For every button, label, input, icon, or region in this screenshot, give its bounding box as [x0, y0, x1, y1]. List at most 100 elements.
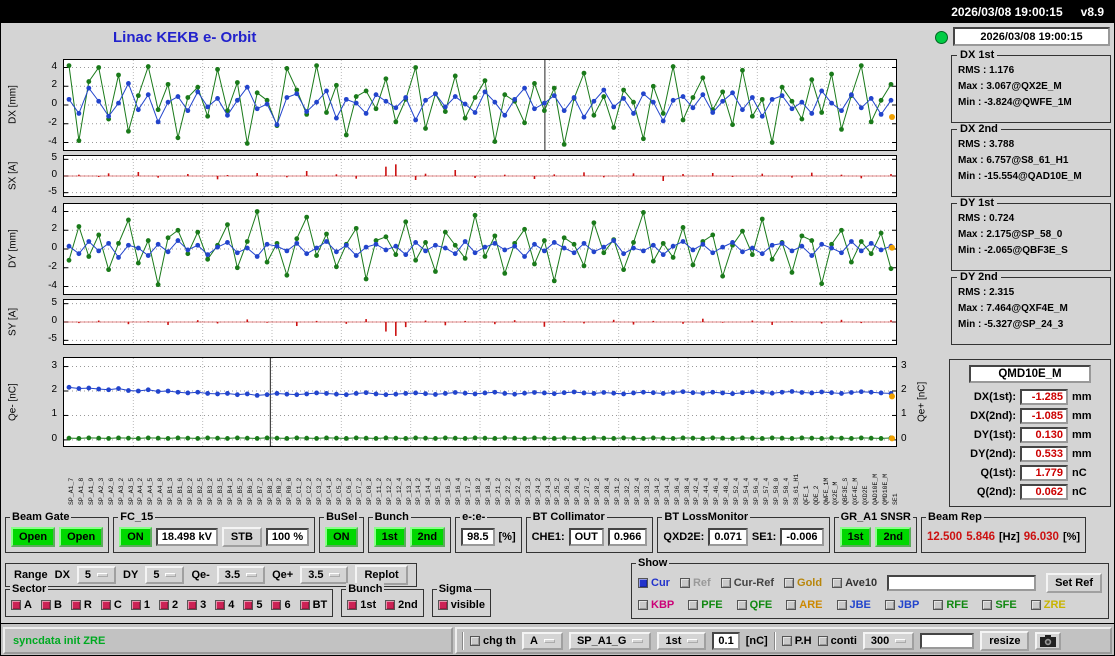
x-axis-label: SP_A1_9 — [87, 477, 95, 505]
x-axis-label: SP_42_4 — [693, 477, 701, 505]
range-dy-select[interactable]: 5 — [145, 566, 185, 584]
bunch-1st-button[interactable]: 1st — [373, 526, 406, 547]
x-axis-label: SP_33_2 — [643, 477, 651, 505]
x-axis-label: SP_B2_5 — [197, 477, 205, 505]
checkbox-label: QFE — [749, 599, 773, 611]
beam-gate-open2-button[interactable]: Open — [59, 526, 104, 547]
checkbox-sfe[interactable]: SFE — [982, 599, 1017, 611]
x-axis-label: SP_48_4 — [723, 477, 731, 505]
count-select[interactable]: 300 — [862, 631, 915, 650]
sy-ytick-labels: 5 0 -5 — [21, 297, 61, 345]
dx-plot-area — [63, 59, 897, 151]
checkbox-b[interactable]: B — [40, 599, 62, 611]
beam-gate-open1-button[interactable]: Open — [11, 526, 56, 547]
checkbox-1st[interactable]: 1st — [347, 599, 376, 611]
x-axis-label: SP_24_2 — [534, 477, 542, 505]
conti-checkbox[interactable]: conti — [817, 635, 857, 647]
replot-button[interactable]: Replot — [355, 565, 408, 585]
checkbox-visible[interactable]: visible — [437, 599, 485, 611]
bt-collimator-group: BT Collimator CHE1: OUT 0.966 — [525, 511, 654, 553]
x-axis-label: SP_14_2 — [415, 477, 423, 505]
x-axis-label: SP_R0_2 — [276, 477, 284, 505]
checkbox-pfe[interactable]: PFE — [688, 599, 723, 611]
checkbox-label: ZRE — [1043, 599, 1066, 611]
checkbox-4[interactable]: 4 — [215, 599, 234, 611]
ph-checkbox[interactable]: P.H — [781, 635, 812, 647]
set-ref-button[interactable]: Set Ref — [1046, 573, 1102, 593]
x-axis-label: SP_B5_2 — [236, 477, 244, 505]
count-input[interactable] — [920, 632, 975, 649]
x-axis-label: SP_B2_2 — [187, 477, 195, 505]
checkbox-jbp[interactable]: JBP — [884, 599, 919, 611]
checkbox-a[interactable]: A — [11, 599, 32, 611]
x-axis-label: QFE_1 — [802, 485, 810, 505]
x-axis-label: SP_56_4 — [753, 477, 760, 505]
stats-dx-2nd: DX 2nd RMS : 3.788 Max : 6.757@S8_61_H1 … — [951, 123, 1111, 197]
checkbox-box — [437, 600, 448, 610]
resize-button[interactable]: resize — [980, 630, 1030, 651]
checkbox-label: RFE — [946, 599, 969, 611]
x-axis-label: SP_C5_2 — [336, 477, 344, 505]
x-axis-label: SP_B7_2 — [256, 477, 264, 505]
x-axis-label: SP_28_2 — [594, 477, 602, 505]
checkbox-r[interactable]: R — [70, 599, 92, 611]
checkbox-zre[interactable]: ZRE — [1030, 599, 1066, 611]
checkbox-gold[interactable]: Gold — [784, 577, 822, 589]
screenshot-button[interactable] — [1035, 631, 1062, 650]
checkbox-cur[interactable]: Cur — [638, 577, 670, 589]
range-dx-select[interactable]: 5 — [76, 566, 117, 584]
sector-select[interactable]: A — [522, 631, 563, 650]
stat-line: RMS : 1.176 — [958, 65, 1015, 76]
fc15-on-button[interactable]: ON — [119, 526, 152, 547]
x-axis-label: SP_58_4 — [782, 477, 790, 505]
x-axis-label: QXD2E — [862, 485, 870, 505]
checkbox-qfe[interactable]: QFE — [736, 599, 773, 611]
checkbox-2[interactable]: 2 — [158, 599, 179, 611]
checkbox-6[interactable]: 6 — [271, 599, 291, 611]
x-axis-label: QWFE_1M — [822, 477, 830, 505]
checkbox-3[interactable]: 3 — [187, 599, 206, 611]
ee-ratio-unit: [%] — [498, 530, 516, 543]
range-dy-label: DY — [123, 569, 139, 581]
bpm-select[interactable]: SP_A1_G — [568, 631, 652, 650]
checkbox-ref[interactable]: Ref — [679, 577, 711, 589]
x-axis-label: SP_A1_8 — [77, 477, 85, 505]
range-qe-plus-select[interactable]: 3.5 — [300, 566, 349, 584]
chg-th-checkbox[interactable]: chg th — [470, 635, 516, 647]
checkbox-label: 2 — [171, 599, 179, 611]
ref-name-input[interactable] — [887, 575, 1037, 591]
busel-on-button[interactable]: ON — [325, 526, 358, 547]
checkbox-kbp[interactable]: KBP — [638, 599, 674, 611]
x-axis-label: SP_B4_2 — [226, 477, 234, 505]
bunch-2nd-button[interactable]: 2nd — [409, 526, 446, 547]
checkbox-bt[interactable]: BT — [299, 599, 327, 611]
x-axis-label: SP_12_2 — [385, 477, 393, 505]
separator — [773, 631, 776, 650]
x-axis-label: SP_32_4 — [633, 477, 641, 505]
x-axis-label: SP_22_2 — [504, 477, 512, 505]
checkbox-box — [679, 578, 690, 588]
qxd2e-value: 0.071 — [708, 527, 748, 546]
x-axis-label: SP_A4_2 — [137, 477, 145, 505]
snsr-2nd-button[interactable]: 2nd — [875, 526, 912, 547]
show-row-1: Cur Ref Cur-Ref Gold Ave10 Set Ref — [638, 572, 1102, 594]
q-ytick-labels: 0 1 2 3 — [21, 357, 61, 447]
checkbox-box — [271, 600, 282, 610]
checkbox-are[interactable]: ARE — [786, 599, 823, 611]
x-axis-label: SP_R0_6 — [286, 477, 294, 505]
checkbox-label: 1st — [360, 599, 377, 611]
fc15-stb-button[interactable]: STB — [221, 526, 262, 547]
checkbox-c[interactable]: C — [100, 599, 122, 611]
checkbox-rfe[interactable]: RFE — [933, 599, 968, 611]
qmd-row: DX(1st): -1.285 mm — [950, 387, 1110, 406]
checkbox-jbe[interactable]: JBE — [836, 599, 871, 611]
snsr-1st-button[interactable]: 1st — [839, 526, 872, 547]
range-qe-minus-select[interactable]: 3.5 — [216, 566, 266, 584]
checkbox-ave10[interactable]: Ave10 — [832, 577, 877, 589]
checkbox-5[interactable]: 5 — [243, 599, 262, 611]
checkbox-1[interactable]: 1 — [130, 599, 150, 611]
bunch-select[interactable]: 1st — [657, 631, 707, 650]
checkbox-2nd[interactable]: 2nd — [385, 599, 418, 611]
dx-ytick-labels: 4 2 0 -2 -4 — [21, 59, 61, 151]
checkbox-cur-ref[interactable]: Cur-Ref — [720, 577, 774, 589]
